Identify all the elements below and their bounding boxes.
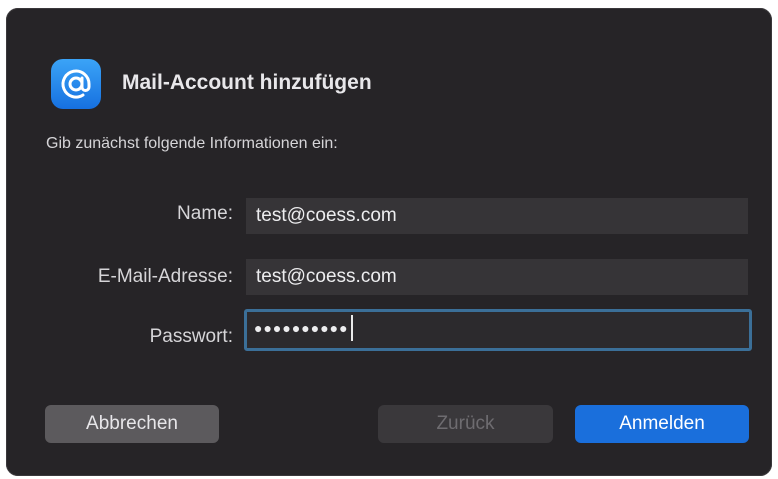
dialog-title: Mail-Account hinzufügen: [122, 71, 372, 94]
dialog-subtitle: Gib zunächst folgende Informationen ein:: [46, 135, 338, 152]
text-caret: [350, 315, 353, 341]
email-label: E-Mail-Adresse:: [97, 266, 233, 287]
password-field[interactable]: ●●●●●●●●●●: [244, 309, 752, 351]
back-button[interactable]: Zurück: [378, 405, 553, 443]
name-field[interactable]: test@coess.com: [246, 198, 748, 234]
at-sign-icon: [51, 59, 101, 109]
email-field[interactable]: test@coess.com: [246, 259, 748, 295]
password-masked-value: ●●●●●●●●●●: [254, 320, 349, 336]
password-label: Passwort:: [149, 326, 233, 347]
name-label: Name:: [177, 203, 233, 224]
add-mail-account-dialog: Mail-Account hinzufügen Gib zunächst fol…: [6, 8, 772, 476]
login-button[interactable]: Anmelden: [575, 405, 749, 443]
cancel-button[interactable]: Abbrechen: [45, 405, 219, 443]
at-sign-glyph: [61, 69, 91, 99]
